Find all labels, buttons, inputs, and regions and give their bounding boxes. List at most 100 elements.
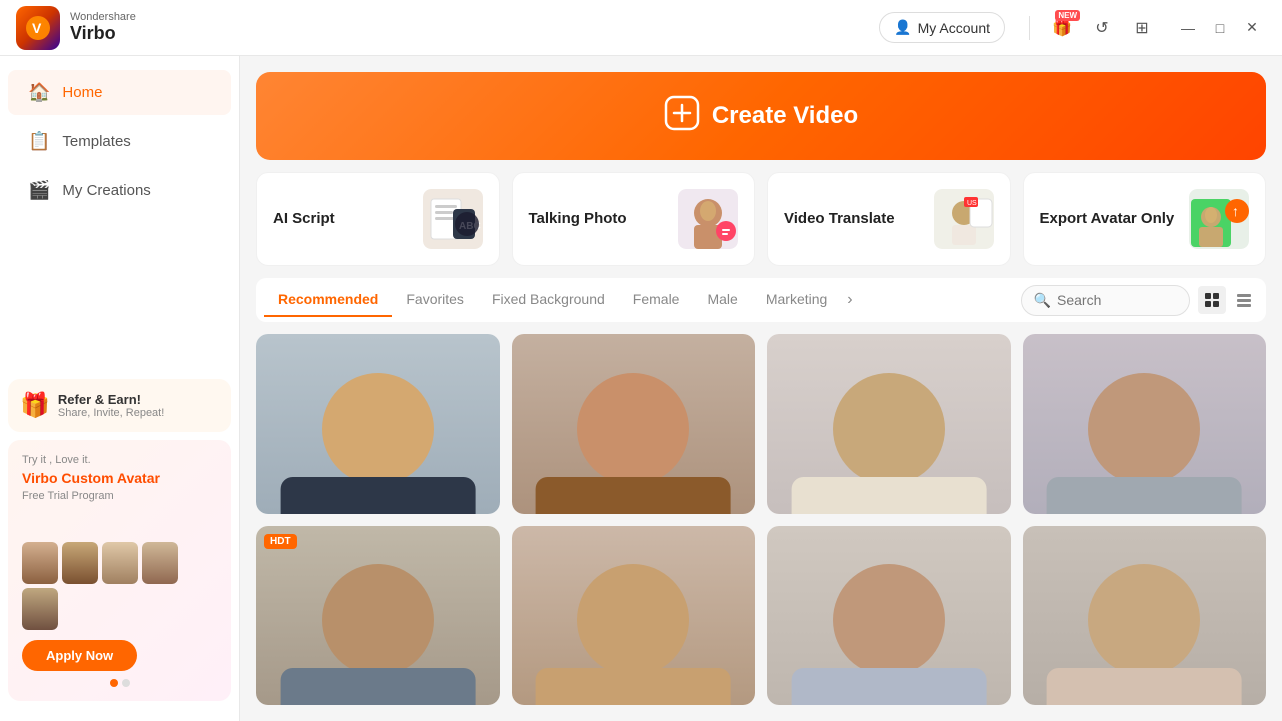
avatar-thumb-5 <box>22 588 58 630</box>
sidebar-item-templates[interactable]: 📋 Templates <box>8 119 231 164</box>
account-icon: 👤 <box>894 19 911 36</box>
creations-icon: 🎬 <box>28 180 50 201</box>
new-badge: NEW <box>1055 10 1080 21</box>
filter-search: 🔍 <box>1021 285 1258 316</box>
avatar-img-4 <box>1023 334 1267 514</box>
custom-avatar-subtitle: Free Trial Program <box>22 490 217 502</box>
list-view-button[interactable] <box>1230 286 1258 314</box>
logo-brand: Wondershare <box>70 11 136 23</box>
refresh-icon-button[interactable]: ↺ <box>1086 12 1118 44</box>
avatar-card-2[interactable]: Elena-Professional <box>512 334 756 514</box>
refer-icon: 🎁 <box>20 391 50 420</box>
refer-card-title: Refer & Earn! <box>58 392 164 407</box>
window-controls: — □ ✕ <box>1174 14 1266 42</box>
tab-fixed-background[interactable]: Fixed Background <box>478 283 619 317</box>
avatar-card-8[interactable] <box>1023 526 1267 706</box>
sidebar-home-label: Home <box>62 84 102 101</box>
dot-2 <box>122 679 130 687</box>
grid-icon-button[interactable]: ⊞ <box>1126 12 1158 44</box>
export-avatar-label: Export Avatar Only <box>1040 209 1175 229</box>
avatar-img-6 <box>512 526 756 706</box>
avatar-card-5[interactable]: HDT <box>256 526 500 706</box>
feature-card-talking-photo[interactable]: Talking Photo <box>512 172 756 266</box>
search-input[interactable] <box>1057 292 1177 308</box>
search-icon: 🔍 <box>1034 292 1051 309</box>
avatar-img-1 <box>256 334 500 514</box>
maximize-button[interactable]: □ <box>1206 14 1234 42</box>
avatar-img-2 <box>512 334 756 514</box>
sidebar-templates-label: Templates <box>62 133 130 150</box>
talking-photo-img <box>678 189 738 249</box>
tab-male[interactable]: Male <box>693 283 751 317</box>
gift-icon-button[interactable]: 🎁 NEW <box>1046 12 1078 44</box>
video-translate-img: US <box>934 189 994 249</box>
home-icon: 🏠 <box>28 82 50 103</box>
custom-avatar-title: Virbo Custom Avatar <box>22 470 217 486</box>
search-input-wrap[interactable]: 🔍 <box>1021 285 1190 316</box>
avatar-thumbnails <box>22 542 217 630</box>
avatar-thumb-3 <box>102 542 138 584</box>
svg-text:US: US <box>967 200 977 207</box>
avatar-thumb-4 <box>142 542 178 584</box>
export-avatar-img: ↑ <box>1189 189 1249 249</box>
avatar-img-3 <box>767 334 1011 514</box>
refer-card[interactable]: 🎁 Refer & Earn! Share, Invite, Repeat! <box>8 379 231 432</box>
content-area: Create Video AI Script ABC <box>240 56 1282 721</box>
avatar-card-4[interactable]: Harper-Promotion <box>1023 334 1267 514</box>
sidebar-item-my-creations[interactable]: 🎬 My Creations <box>8 168 231 213</box>
custom-avatar-card: Try it , Love it. Virbo Custom Avatar Fr… <box>8 440 231 701</box>
tab-female[interactable]: Female <box>619 283 694 317</box>
refer-card-content: Refer & Earn! Share, Invite, Repeat! <box>58 392 164 419</box>
feature-cards: AI Script ABC Talking Photo <box>256 172 1266 266</box>
avatar-thumb-2 <box>62 542 98 584</box>
avatar-card-6[interactable] <box>512 526 756 706</box>
avatar-img-8 <box>1023 526 1267 706</box>
templates-icon: 📋 <box>28 131 50 152</box>
logo-area: V Wondershare Virbo <box>16 6 136 50</box>
tab-recommended[interactable]: Recommended <box>264 283 392 317</box>
svg-text:↑: ↑ <box>1232 203 1239 219</box>
filter-tabs: Recommended Favorites Fixed Background F… <box>256 278 1266 322</box>
talking-photo-label: Talking Photo <box>529 209 627 229</box>
close-button[interactable]: ✕ <box>1238 14 1266 42</box>
card-dots <box>22 679 217 687</box>
avatar-card-3[interactable]: Ruby-Games <box>767 334 1011 514</box>
feature-card-ai-script[interactable]: AI Script ABC <box>256 172 500 266</box>
create-video-text: Create Video <box>712 102 858 130</box>
logo-product: Virbo <box>70 23 136 44</box>
my-account-button[interactable]: 👤 My Account <box>879 12 1005 43</box>
dot-1 <box>110 679 118 687</box>
more-tabs-button[interactable]: › <box>841 283 858 317</box>
avatar-thumb-1 <box>22 542 58 584</box>
my-account-label: My Account <box>918 20 990 36</box>
avatar-card-7[interactable] <box>767 526 1011 706</box>
refer-card-subtitle: Share, Invite, Repeat! <box>58 407 164 419</box>
apply-now-button[interactable]: Apply Now <box>22 640 137 671</box>
app-logo-icon: V <box>16 6 60 50</box>
main-layout: 🏠 Home 📋 Templates 🎬 My Creations 🎁 Refe… <box>0 56 1282 721</box>
avatar-img-5: HDT <box>256 526 500 706</box>
svg-text:V: V <box>32 20 42 36</box>
title-bar: V Wondershare Virbo 👤 My Account 🎁 NEW ↺… <box>0 0 1282 56</box>
try-label: Try it , Love it. <box>22 454 217 466</box>
title-actions: 👤 My Account 🎁 NEW ↺ ⊞ — □ ✕ <box>879 12 1266 44</box>
grid-view-button[interactable] <box>1198 286 1226 314</box>
avatar-img-7 <box>767 526 1011 706</box>
sidebar-creations-label: My Creations <box>62 182 150 199</box>
create-video-inner: Create Video <box>664 95 858 138</box>
avatar-card-1[interactable]: Brandt-Casual <box>256 334 500 514</box>
sidebar-item-home[interactable]: 🏠 Home <box>8 70 231 115</box>
sidebar: 🏠 Home 📋 Templates 🎬 My Creations 🎁 Refe… <box>0 56 240 721</box>
minimize-button[interactable]: — <box>1174 14 1202 42</box>
logo-text: Wondershare Virbo <box>70 11 136 44</box>
view-toggle <box>1198 286 1258 314</box>
tab-favorites[interactable]: Favorites <box>392 283 478 317</box>
create-video-banner[interactable]: Create Video <box>256 72 1266 160</box>
video-translate-label: Video Translate <box>784 209 895 229</box>
feature-card-export-avatar[interactable]: Export Avatar Only ↑ <box>1023 172 1267 266</box>
avatar-grid: Brandt-Casual Elena-Professional <box>240 330 1282 721</box>
feature-card-video-translate[interactable]: Video Translate US <box>767 172 1011 266</box>
separator <box>1029 16 1030 40</box>
create-video-icon <box>664 95 700 138</box>
tab-marketing[interactable]: Marketing <box>752 283 841 317</box>
